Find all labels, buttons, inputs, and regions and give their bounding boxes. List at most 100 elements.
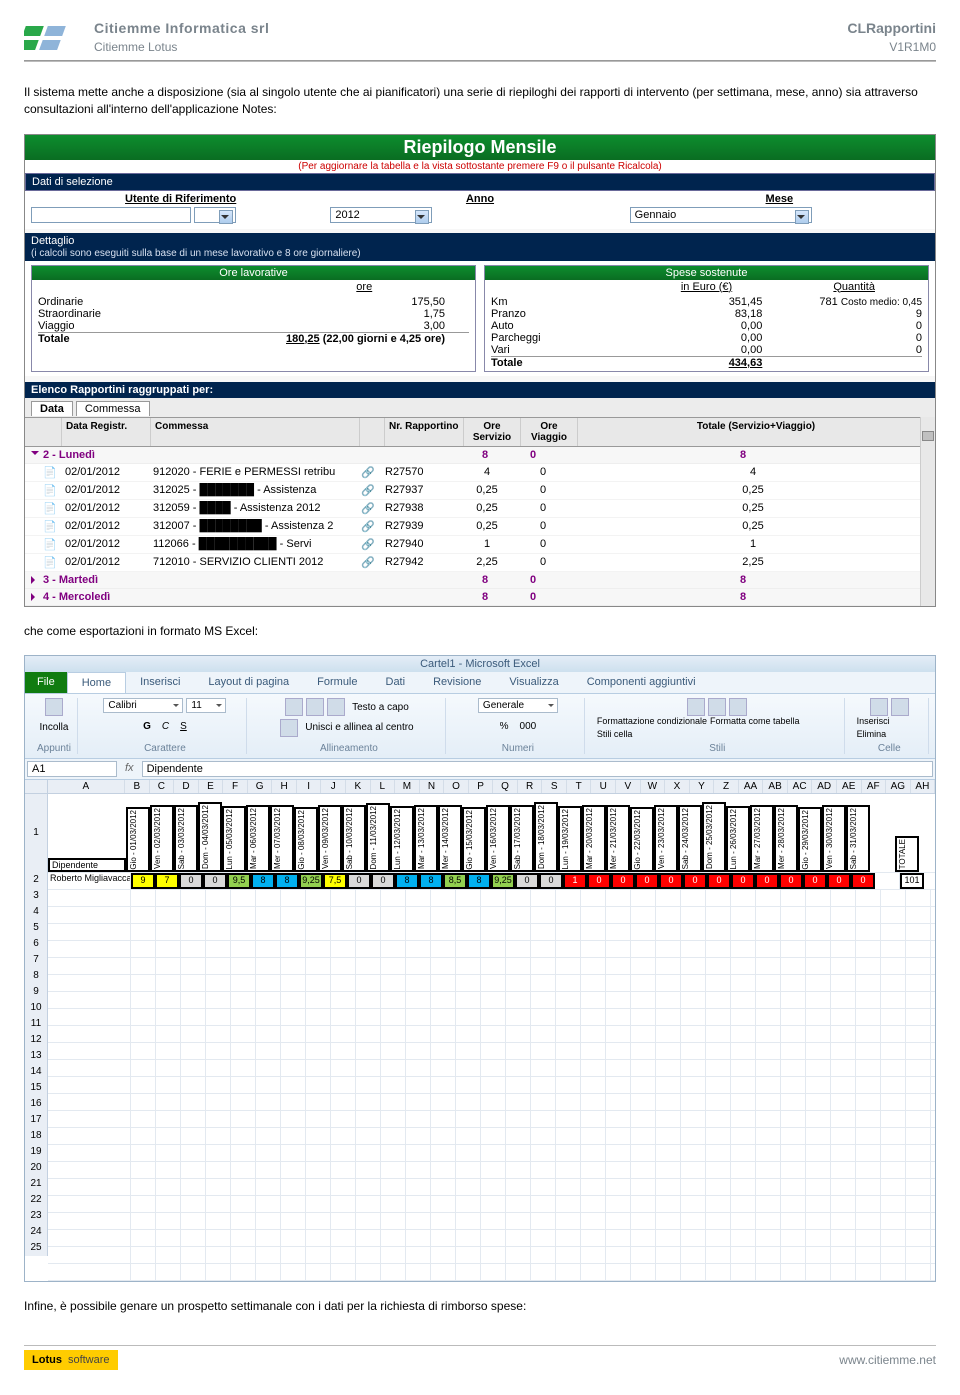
insert-icon[interactable] [870, 698, 888, 716]
row-header[interactable]: 2 [25, 872, 48, 888]
row-header[interactable]: 18 [25, 1128, 48, 1144]
report-row[interactable]: 📄02/01/2012312007 - ████████ - Assistenz… [25, 518, 935, 536]
ribbon-tab-addins[interactable]: Componenti aggiuntivi [573, 672, 710, 693]
col-header[interactable]: AE [837, 780, 862, 793]
ribbon-tab-inserisci[interactable]: Inserisci [126, 672, 194, 693]
year-select[interactable]: 2012 [330, 207, 432, 223]
col-header[interactable]: Y [690, 780, 715, 793]
tab-data[interactable]: Data [31, 401, 73, 416]
col-header[interactable]: A [48, 780, 126, 793]
cond-format-icon[interactable] [687, 698, 705, 716]
day-group[interactable]: 2 - Lunedì808 [25, 447, 935, 464]
col-header[interactable]: I [297, 780, 322, 793]
col-header[interactable]: R [518, 780, 543, 793]
report-row[interactable]: 📄02/01/2012112066 - ██████████ - Servi🔗R… [25, 536, 935, 554]
row-header[interactable]: 7 [25, 952, 48, 968]
underline-button[interactable]: S [176, 719, 191, 734]
col-header[interactable]: S [542, 780, 567, 793]
number-format-select[interactable]: Generale [478, 698, 558, 713]
col-header[interactable]: T [567, 780, 592, 793]
col-header[interactable]: G [248, 780, 273, 793]
ribbon-tab-revisione[interactable]: Revisione [419, 672, 495, 693]
month-select[interactable]: Gennaio [630, 207, 812, 223]
col-header[interactable]: AG [886, 780, 911, 793]
user-input[interactable] [31, 207, 191, 223]
row-header[interactable]: 9 [25, 984, 48, 1000]
wrap-text-button[interactable]: Testo a capo [348, 700, 413, 715]
align-right-icon[interactable] [327, 698, 345, 716]
row-header[interactable]: 1 [25, 794, 48, 872]
col-header[interactable]: O [444, 780, 469, 793]
col-header[interactable]: V [616, 780, 641, 793]
col-header[interactable]: F [223, 780, 248, 793]
day-group[interactable]: 4 - Mercoledì808 [25, 589, 935, 606]
col-header[interactable]: AC [788, 780, 813, 793]
col-header[interactable]: Z [714, 780, 739, 793]
col-header[interactable]: AF [862, 780, 887, 793]
row-header[interactable]: 13 [25, 1048, 48, 1064]
user-select[interactable] [194, 207, 236, 223]
report-row[interactable]: 📄02/01/2012312025 - ███████ - Assistenza… [25, 482, 935, 500]
ribbon-tab-dati[interactable]: Dati [372, 672, 420, 693]
row-header[interactable]: 10 [25, 1000, 48, 1016]
ribbon-tab-formule[interactable]: Formule [303, 672, 371, 693]
day-group[interactable]: 3 - Martedì808 [25, 572, 935, 589]
paste-icon[interactable] [45, 698, 63, 716]
col-header[interactable]: AD [812, 780, 837, 793]
col-header[interactable]: H [272, 780, 297, 793]
insert-button[interactable]: Inserisci [857, 716, 890, 726]
row-header[interactable]: 5 [25, 920, 48, 936]
table-format-icon[interactable] [708, 698, 726, 716]
report-row[interactable]: 📄02/01/2012912020 - FERIE e PERMESSI ret… [25, 464, 935, 482]
indent-icon[interactable] [280, 719, 298, 737]
col-header[interactable]: M [395, 780, 420, 793]
col-header[interactable]: K [346, 780, 371, 793]
col-header[interactable]: J [321, 780, 346, 793]
row-header[interactable]: 21 [25, 1176, 48, 1192]
row-header[interactable]: 24 [25, 1224, 48, 1240]
thousands-button[interactable]: 000 [516, 719, 541, 734]
report-row[interactable]: 📄02/01/2012312059 - ████ - Assistenza 20… [25, 500, 935, 518]
row-header[interactable]: 4 [25, 904, 48, 920]
col-header[interactable]: X [665, 780, 690, 793]
row-header[interactable]: 15 [25, 1080, 48, 1096]
col-header[interactable]: Q [493, 780, 518, 793]
row-header[interactable]: 8 [25, 968, 48, 984]
align-left-icon[interactable] [285, 698, 303, 716]
report-row[interactable]: 📄02/01/2012712010 - SERVIZIO CLIENTI 201… [25, 554, 935, 572]
font-name-select[interactable]: Calibri [103, 698, 183, 713]
merge-center-button[interactable]: Unisci e allinea al centro [301, 720, 417, 735]
row-header[interactable]: 11 [25, 1016, 48, 1032]
font-size-select[interactable]: 11 [186, 698, 226, 713]
row-header[interactable]: 20 [25, 1160, 48, 1176]
col-header[interactable]: P [469, 780, 494, 793]
row-header[interactable]: 14 [25, 1064, 48, 1080]
row-header[interactable]: 22 [25, 1192, 48, 1208]
ribbon-file-tab[interactable]: File [25, 672, 67, 693]
col-header[interactable]: AH [911, 780, 935, 793]
row-header[interactable]: 6 [25, 936, 48, 952]
col-header[interactable]: AB [763, 780, 788, 793]
row-header[interactable]: 25 [25, 1240, 48, 1256]
ribbon-tab-layout[interactable]: Layout di pagina [194, 672, 303, 693]
paste-button[interactable]: Incolla [40, 722, 69, 733]
col-header[interactable]: B [125, 780, 150, 793]
percent-button[interactable]: % [496, 719, 513, 734]
col-header[interactable]: E [199, 780, 224, 793]
ribbon-tab-visualizza[interactable]: Visualizza [495, 672, 572, 693]
row-header[interactable]: 12 [25, 1032, 48, 1048]
align-center-icon[interactable] [306, 698, 324, 716]
bold-button[interactable]: G [139, 719, 155, 734]
col-header[interactable]: W [641, 780, 666, 793]
cell-style-icon[interactable] [729, 698, 747, 716]
row-header[interactable]: 19 [25, 1144, 48, 1160]
col-header[interactable]: AA [739, 780, 764, 793]
col-header[interactable]: U [591, 780, 616, 793]
grid-scrollbar[interactable] [920, 417, 935, 606]
delete-button[interactable]: Elimina [857, 729, 887, 739]
row-header[interactable]: 3 [25, 888, 48, 904]
fx-icon[interactable]: fx [119, 759, 140, 779]
formula-bar[interactable]: Dipendente [142, 761, 933, 777]
delete-icon[interactable] [891, 698, 909, 716]
tab-commessa[interactable]: Commessa [76, 401, 150, 416]
